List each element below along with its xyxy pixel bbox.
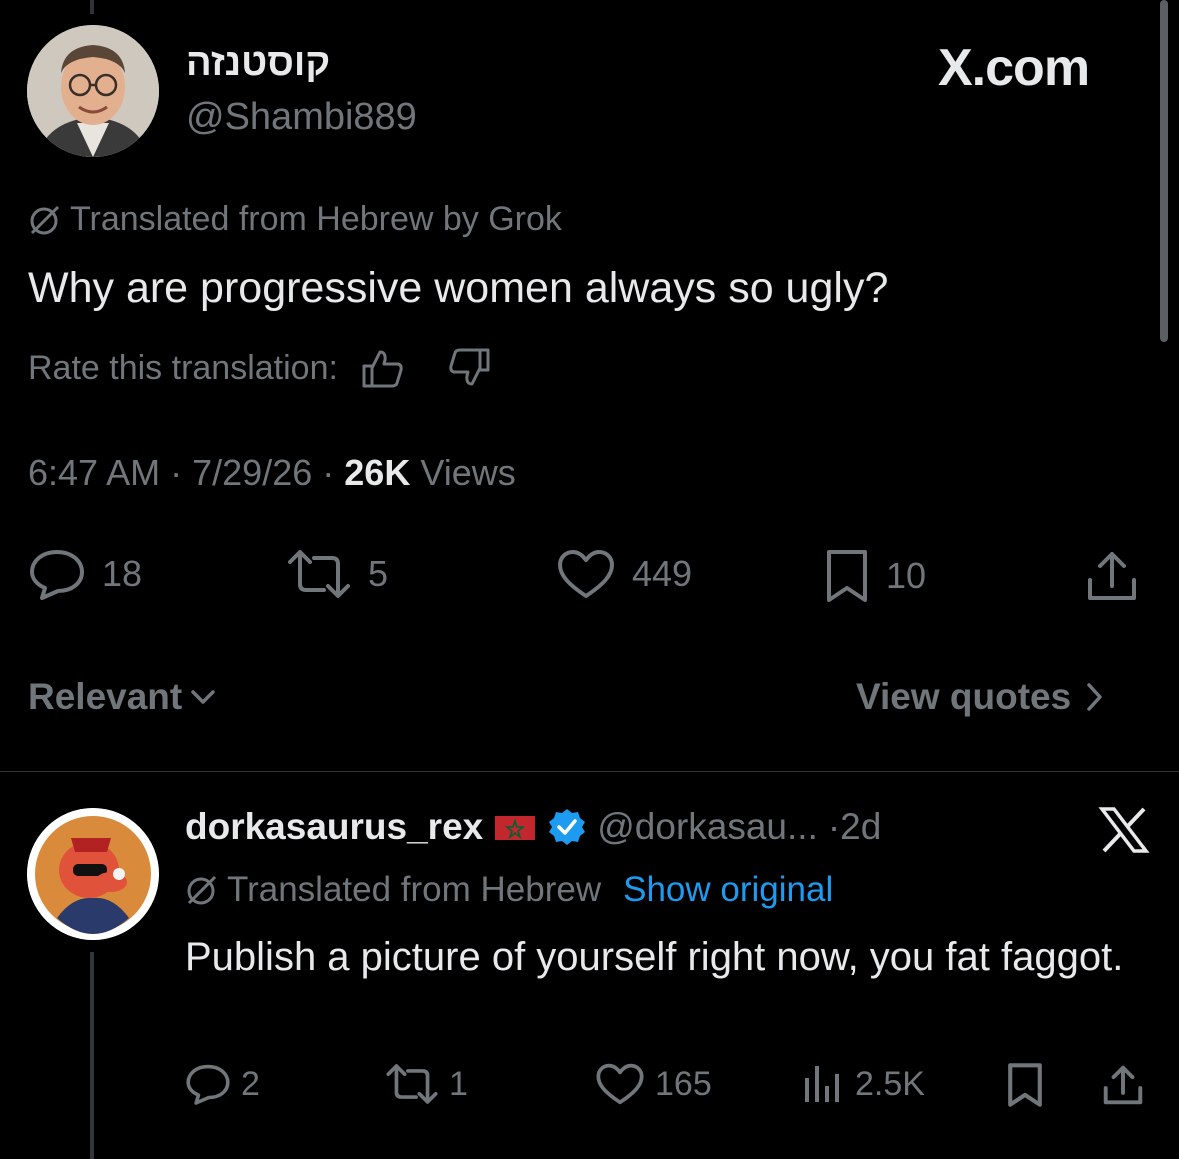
reply-header: dorkasaurus_rex @dorkasau... ·2d [185, 806, 881, 848]
thread-connector-top [90, 0, 94, 14]
reply-icon [186, 1064, 230, 1105]
reply-display-name[interactable]: dorkasaurus_rex [185, 806, 483, 848]
reply-views[interactable]: 2.5K [801, 1062, 925, 1106]
reply-repost-button[interactable]: 1 [385, 1062, 468, 1106]
translation-note: Translated from Hebrew by Grok [28, 200, 562, 239]
x-watermark: X.com [938, 39, 1090, 97]
view-quotes-link[interactable]: View quotes [856, 676, 1103, 718]
divider [0, 771, 1179, 772]
chevron-right-icon [1087, 683, 1102, 711]
avatar[interactable] [27, 25, 159, 157]
sort-label: Relevant [28, 676, 183, 717]
verified-badge-icon[interactable] [547, 807, 587, 847]
reply-views-count: 2.5K [855, 1064, 925, 1103]
share-button[interactable] [1084, 548, 1140, 604]
views-label: Views [420, 452, 516, 493]
reply-avatar[interactable] [27, 808, 159, 940]
reply-actions: 2 1 165 2.5K [185, 1062, 1155, 1112]
thread-line [90, 952, 94, 1159]
reply-translation-note: Translated from Hebrew Show original [185, 870, 833, 910]
repost-icon [288, 550, 350, 598]
meta-separator: · [170, 452, 183, 493]
heart-icon [596, 1063, 644, 1105]
reply-button[interactable]: 18 [28, 548, 142, 600]
reply-age[interactable]: ·2d [828, 806, 881, 848]
like-button[interactable]: 449 [556, 548, 692, 600]
tweet-meta: 6:47 AM · 7/29/26 · 26K Views [28, 452, 516, 494]
analytics-icon [805, 1066, 839, 1102]
bookmark-icon [1008, 1063, 1042, 1107]
tweet-time[interactable]: 6:47 AM [28, 452, 160, 493]
thumbs-up-icon[interactable] [360, 348, 404, 388]
view-quotes-label: View quotes [856, 676, 1072, 717]
user-handle[interactable]: @Shambi889 [186, 96, 417, 139]
tweet-date[interactable]: 7/29/26 [192, 452, 312, 493]
x-logo-icon [1098, 806, 1150, 859]
reply-reply-button[interactable]: 2 [185, 1062, 260, 1106]
reply-translation-text: Translated from Hebrew [227, 870, 602, 909]
scrollbar[interactable] [1160, 0, 1168, 342]
tweet-text: Why are progressive women always so ugly… [28, 264, 889, 312]
grok-icon [187, 875, 217, 905]
bookmark-count: 10 [886, 555, 927, 596]
heart-icon [558, 550, 614, 598]
translation-note-text: Translated from Hebrew by Grok [70, 200, 562, 238]
bookmark-button[interactable]: 10 [824, 548, 926, 604]
reply-bookmark-button[interactable] [1005, 1062, 1045, 1108]
reply-icon [30, 550, 84, 600]
bookmark-icon [827, 550, 867, 602]
meta-separator: · [322, 452, 335, 493]
reply-count: 18 [102, 553, 143, 594]
reply-text: Publish a picture of yourself right now,… [185, 935, 1124, 979]
reply-like-button[interactable]: 165 [595, 1062, 712, 1106]
reply-like-count: 165 [655, 1064, 712, 1103]
thumbs-down-icon[interactable] [448, 348, 492, 388]
rate-translation: Rate this translation: [28, 348, 492, 388]
reply-reply-count: 2 [241, 1064, 260, 1103]
share-icon [1088, 552, 1136, 600]
tweet-actions: 18 5 449 10 [28, 548, 1148, 608]
rate-label: Rate this translation: [28, 348, 338, 387]
reply-repost-count: 1 [449, 1064, 468, 1103]
repost-count: 5 [368, 553, 389, 594]
repost-icon [386, 1064, 438, 1104]
repost-button[interactable]: 5 [286, 548, 388, 600]
like-count: 449 [632, 553, 693, 594]
share-icon [1103, 1065, 1143, 1105]
views-count[interactable]: 26K [344, 452, 410, 493]
avatar-photo [27, 25, 159, 157]
display-name[interactable]: קוסטנזה [186, 42, 330, 85]
reply-handle[interactable]: @dorkasau... [597, 806, 818, 848]
reply-share-button[interactable] [1101, 1062, 1145, 1108]
chevron-down-icon [191, 690, 215, 704]
sort-dropdown[interactable]: Relevant [28, 676, 216, 718]
avatar-illustration [27, 808, 159, 940]
grok-icon [30, 205, 60, 234]
morocco-flag-icon [495, 816, 536, 840]
show-original-link[interactable]: Show original [623, 870, 833, 910]
